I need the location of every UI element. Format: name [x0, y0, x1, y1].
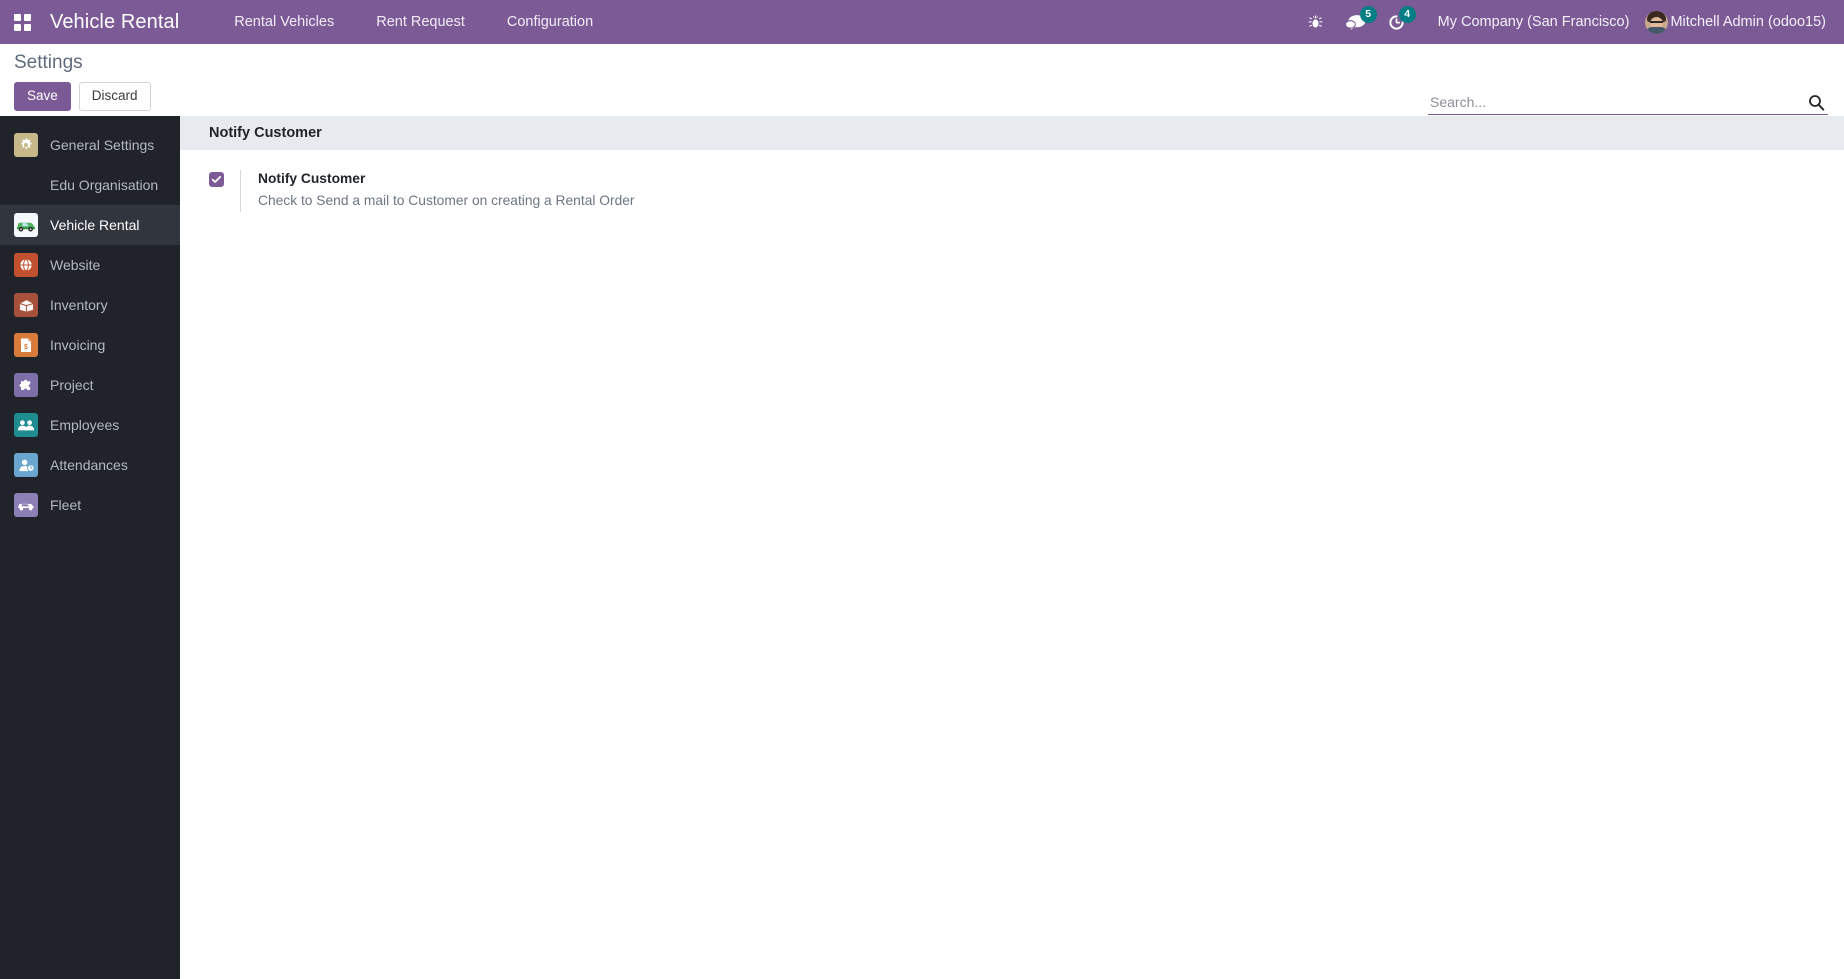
- control-panel: Settings Save Discard: [0, 44, 1844, 116]
- apps-grid-icon: [13, 13, 31, 31]
- setting-help-text: Check to Send a mail to Customer on crea…: [258, 193, 635, 209]
- people-app-icon: [14, 413, 38, 437]
- sidebar-item-label: Employees: [50, 417, 120, 433]
- bug-report-button[interactable]: [1297, 0, 1334, 44]
- puzzle-app-icon: [14, 373, 38, 397]
- avatar: [1645, 10, 1669, 34]
- sidebar-item-label: Project: [50, 377, 94, 393]
- sidebar-item-website[interactable]: Website: [0, 245, 180, 285]
- brand-title[interactable]: Vehicle Rental: [44, 11, 191, 34]
- app-settings-block-vehicle-rental: Notify Customer Notify Customer Check to…: [180, 116, 1844, 212]
- page-body: General Settings Edu Organisation Vehicl…: [0, 116, 1844, 979]
- navbar-right-area: 5 4 My Company (San Francisco) Mitchell …: [1297, 0, 1844, 44]
- sidebar-item-vehicle-rental[interactable]: Vehicle Rental: [0, 205, 180, 245]
- setting-text-block: Notify Customer Check to Send a mail to …: [240, 170, 635, 212]
- messages-button[interactable]: 5: [1334, 0, 1377, 44]
- main-menu: Rental Vehicles Rent Request Configurati…: [213, 0, 614, 44]
- sidebar-item-project[interactable]: Project: [0, 365, 180, 405]
- no-icon-placeholder: [14, 173, 38, 197]
- setting-label: Notify Customer: [258, 171, 366, 186]
- sidebar-item-label: Vehicle Rental: [50, 217, 140, 233]
- search-icon[interactable]: [1800, 94, 1828, 111]
- sidebar-item-label: Invoicing: [50, 337, 106, 353]
- notify-customer-checkbox[interactable]: [209, 172, 224, 187]
- sidebar-item-employees[interactable]: Employees: [0, 405, 180, 445]
- search-input[interactable]: [1428, 94, 1800, 111]
- searchview: [1428, 94, 1828, 115]
- check-icon: [211, 175, 222, 183]
- save-button[interactable]: Save: [14, 82, 71, 112]
- sidebar-item-fleet[interactable]: Fleet: [0, 485, 180, 525]
- menu-item-rent-request[interactable]: Rent Request: [355, 0, 486, 44]
- user-name-label: Mitchell Admin (odoo15): [1670, 14, 1826, 30]
- user-menu[interactable]: Mitchell Admin (odoo15): [1645, 10, 1832, 34]
- messages-badge: 5: [1359, 6, 1377, 23]
- sidebar-item-label: Attendances: [50, 457, 128, 473]
- settings-sidebar: General Settings Edu Organisation Vehicl…: [0, 116, 180, 979]
- gear-app-icon: [14, 133, 38, 157]
- sidebar-item-label: Fleet: [50, 497, 82, 513]
- sidebar-item-edu-organisation[interactable]: Edu Organisation: [0, 165, 180, 205]
- sidebar-item-invoicing[interactable]: $ Invoicing: [0, 325, 180, 365]
- sidebar-item-label: Website: [50, 257, 101, 273]
- box-app-icon: [14, 293, 38, 317]
- invoice-app-icon: $: [14, 333, 38, 357]
- menu-item-rental-vehicles[interactable]: Rental Vehicles: [213, 0, 355, 44]
- activities-badge: 4: [1398, 6, 1416, 23]
- svg-text:$: $: [24, 344, 28, 351]
- car-app-icon: [14, 213, 38, 237]
- top-navbar: Vehicle Rental Rental Vehicles Rent Requ…: [0, 0, 1844, 44]
- sidebar-item-attendances[interactable]: Attendances: [0, 445, 180, 485]
- sidebar-item-label: Inventory: [50, 297, 108, 313]
- sidebar-item-label: General Settings: [50, 137, 155, 153]
- sidebar-item-label: Edu Organisation: [50, 177, 159, 193]
- discard-button[interactable]: Discard: [78, 82, 151, 112]
- globe-app-icon: [14, 253, 38, 277]
- sidebar-item-general-settings[interactable]: General Settings: [0, 125, 180, 165]
- control-panel-buttons: Save Discard: [14, 82, 151, 112]
- activities-button[interactable]: 4: [1377, 0, 1416, 44]
- bug-icon: [1308, 14, 1323, 30]
- setting-row-notify-customer: Notify Customer Check to Send a mail to …: [180, 150, 1844, 212]
- page-title: Settings: [14, 52, 83, 73]
- menu-item-configuration[interactable]: Configuration: [486, 0, 614, 44]
- company-switcher[interactable]: My Company (San Francisco): [1416, 14, 1646, 30]
- apps-menu-button[interactable]: [0, 0, 44, 44]
- section-title-notify-customer: Notify Customer: [180, 116, 1844, 150]
- settings-main: Notify Customer Notify Customer Check to…: [180, 116, 1844, 979]
- sidebar-item-inventory[interactable]: Inventory: [0, 285, 180, 325]
- badge-app-icon: [14, 453, 38, 477]
- fleet-car-app-icon: [14, 493, 38, 517]
